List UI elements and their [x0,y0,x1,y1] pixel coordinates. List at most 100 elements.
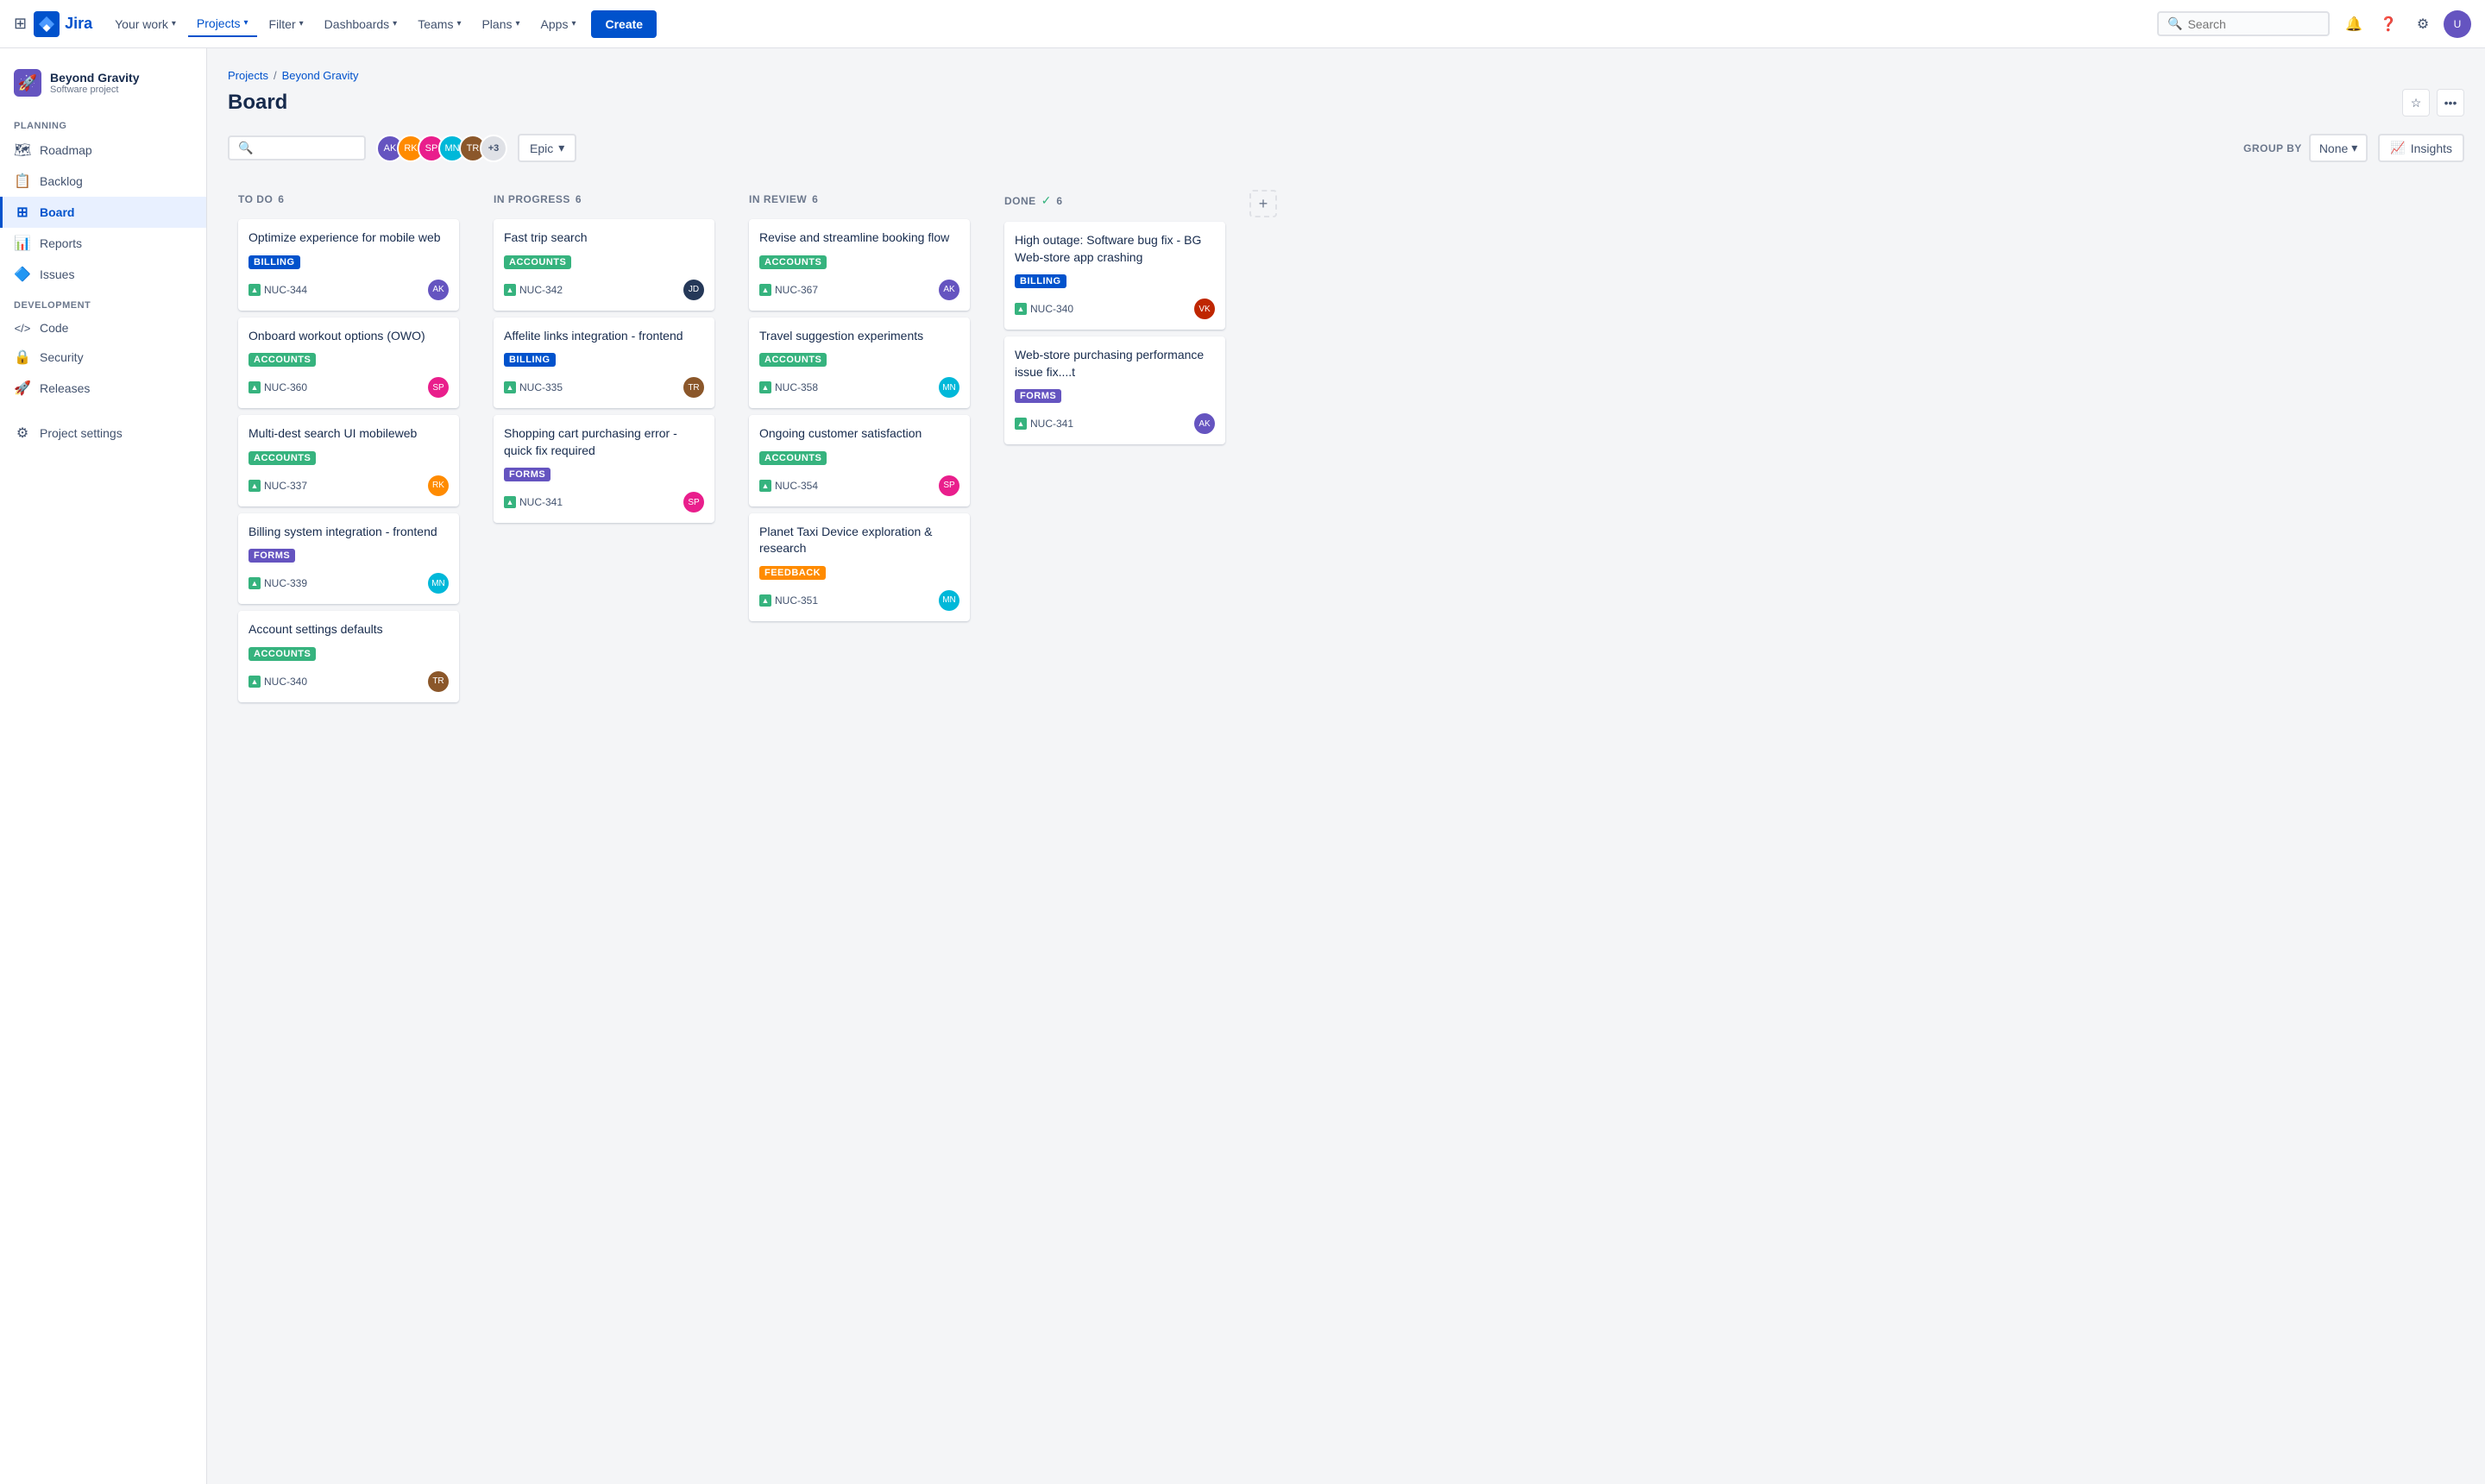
issue-icon: ▲ [504,381,516,393]
task-card[interactable]: High outage: Software bug fix - BG Web-s… [1004,222,1225,330]
help-button[interactable]: ❓ [2375,10,2402,38]
card-avatar: VK [1194,299,1215,319]
sidebar-item-code[interactable]: </> Code [0,314,206,342]
column-title-done: DONE [1004,195,1036,207]
task-card[interactable]: Account settings defaults ACCOUNTS ▲ NUC… [238,611,459,702]
issue-icon: ▲ [248,676,261,688]
notifications-button[interactable]: 🔔 [2340,10,2368,38]
task-card[interactable]: Travel suggestion experiments ACCOUNTS ▲… [749,318,970,409]
card-tag: FEEDBACK [759,566,826,580]
column-title-inprogress: IN PROGRESS [494,193,570,205]
roadmap-icon: 🗺 [14,141,31,159]
topnav: ⊞ Jira Your work▾ Projects▾ Filter▾ Dash… [0,0,2485,48]
column-count-todo: 6 [278,193,284,205]
sidebar-item-issues[interactable]: 🔷 Issues [0,259,206,290]
nav-filter[interactable]: Filter▾ [261,12,312,36]
task-card[interactable]: Shopping cart purchasing error - quick f… [494,415,714,523]
sidebar-item-backlog[interactable]: 📋 Backlog [0,166,206,197]
card-tag: ACCOUNTS [759,451,827,465]
search-box[interactable]: 🔍 [2157,11,2330,36]
issue-id: NUC-360 [264,381,307,393]
logo[interactable]: Jira [34,11,92,37]
column-header-inprogress: IN PROGRESS 6 [494,190,714,209]
nav-your-work[interactable]: Your work▾ [106,12,185,36]
column-count-inprogress: 6 [576,193,582,205]
card-avatar: RK [428,475,449,496]
nav-apps[interactable]: Apps▾ [532,12,585,36]
card-tag: BILLING [1015,274,1066,288]
column-title-todo: TO DO [238,193,273,205]
sidebar-item-roadmap[interactable]: 🗺 Roadmap [0,135,206,166]
task-card[interactable]: Ongoing customer satisfaction ACCOUNTS ▲… [749,415,970,506]
nav-plans[interactable]: Plans▾ [473,12,528,36]
issue-icon: ▲ [248,577,261,589]
nav-teams[interactable]: Teams▾ [409,12,469,36]
main-layout: 🚀 Beyond Gravity Software project PLANNI… [0,48,2485,1484]
card-avatar: MN [939,377,959,398]
epic-button[interactable]: Epic ▾ [518,134,576,162]
breadcrumb-project[interactable]: Beyond Gravity [282,69,359,82]
breadcrumb: Projects / Beyond Gravity [228,69,2464,82]
releases-icon: 🚀 [14,380,31,397]
issue-icon: ▲ [759,594,771,607]
issue-icon: ▲ [504,284,516,296]
board-search-input[interactable] [258,141,362,155]
issue-id: NUC-354 [775,480,818,492]
star-button[interactable]: ☆ [2402,89,2430,116]
sidebar-item-releases[interactable]: 🚀 Releases [0,373,206,404]
page-title: Board [228,91,287,115]
card-title: Account settings defaults [248,621,449,638]
card-avatar: AK [939,280,959,300]
nav-projects[interactable]: Projects▾ [188,11,257,37]
insights-button[interactable]: 📈 Insights [2378,134,2464,162]
settings-button[interactable]: ⚙ [2409,10,2437,38]
search-input[interactable] [2187,17,2308,31]
card-tag: FORMS [248,549,295,563]
board-search-box[interactable]: 🔍 [228,135,366,160]
nav-dashboards[interactable]: Dashboards▾ [316,12,406,36]
card-issue: ▲ NUC-358 [759,381,818,393]
sidebar-item-project-settings[interactable]: ⚙ Project settings [0,418,206,449]
task-card[interactable]: Onboard workout options (OWO) ACCOUNTS ▲… [238,318,459,409]
task-card[interactable]: Optimize experience for mobile web BILLI… [238,219,459,311]
card-issue: ▲ NUC-339 [248,577,307,589]
card-issue: ▲ NUC-341 [1015,418,1073,430]
card-issue: ▲ NUC-337 [248,480,307,492]
issue-id: NUC-335 [519,381,563,393]
grid-icon[interactable]: ⊞ [14,15,27,33]
security-icon: 🔒 [14,349,31,366]
task-card[interactable]: Web-store purchasing performance issue f… [1004,336,1225,444]
page-header: Board ☆ ••• [228,89,2464,116]
avatar-overflow[interactable]: +3 [480,135,507,162]
project-icon: 🚀 [14,69,41,97]
card-tag: FORMS [1015,389,1061,403]
task-card[interactable]: Billing system integration - frontend FO… [238,513,459,605]
more-button[interactable]: ••• [2437,89,2464,116]
task-card[interactable]: Revise and streamline booking flow ACCOU… [749,219,970,311]
task-card[interactable]: Affelite links integration - frontend BI… [494,318,714,409]
card-title: Ongoing customer satisfaction [759,425,959,443]
sidebar: 🚀 Beyond Gravity Software project PLANNI… [0,48,207,1484]
create-button[interactable]: Create [591,10,657,38]
sidebar-item-board[interactable]: ⊞ Board [0,197,206,228]
task-card[interactable]: Fast trip search ACCOUNTS ▲ NUC-342 JD [494,219,714,311]
breadcrumb-projects[interactable]: Projects [228,69,268,82]
sidebar-item-reports[interactable]: 📊 Reports [0,228,206,259]
project-header[interactable]: 🚀 Beyond Gravity Software project [0,62,206,110]
card-title: Web-store purchasing performance issue f… [1015,347,1215,380]
card-title: Planet Taxi Device exploration & researc… [759,524,959,557]
task-card[interactable]: Planet Taxi Device exploration & researc… [749,513,970,621]
card-issue: ▲ NUC-360 [248,381,307,393]
card-avatar: AK [1194,413,1215,434]
card-tag: BILLING [504,353,556,367]
group-by-select[interactable]: None ▾ [2309,134,2369,162]
task-card[interactable]: Multi-dest search UI mobileweb ACCOUNTS … [238,415,459,506]
sidebar-item-security[interactable]: 🔒 Security [0,342,206,373]
column-done: DONE ✓ 6 High outage: Software bug fix -… [994,179,1236,462]
user-avatar[interactable]: U [2444,10,2471,38]
add-column-button[interactable]: + [1249,190,1277,217]
issue-id: NUC-340 [1030,303,1073,315]
planning-label: PLANNING [0,110,206,135]
issue-id: NUC-341 [1030,418,1073,430]
group-by-label: GROUP BY [2243,142,2302,154]
